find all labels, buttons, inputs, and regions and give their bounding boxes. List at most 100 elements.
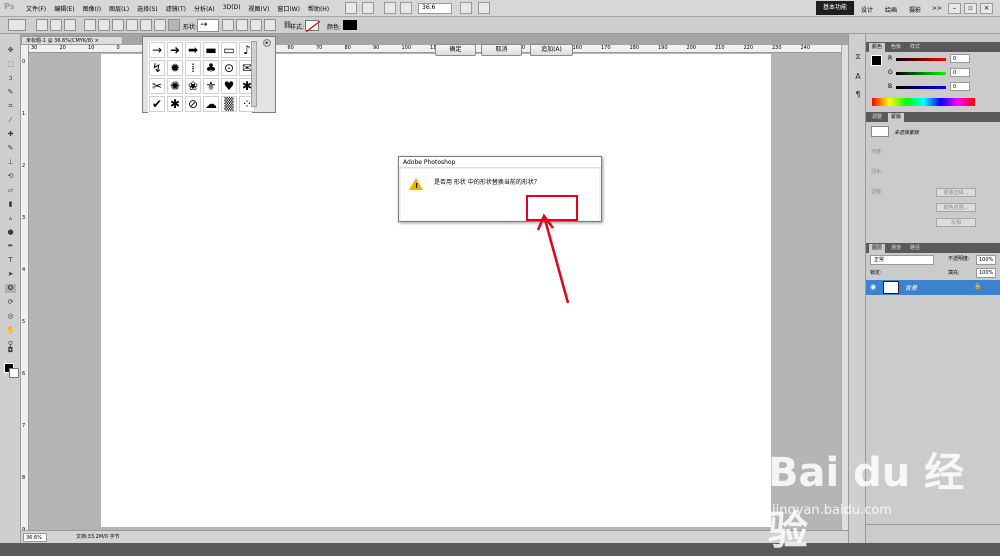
background-color[interactable] <box>9 368 19 378</box>
history-brush-icon[interactable]: ⟲ <box>5 172 16 181</box>
menu-3d[interactable]: 3D(D) <box>223 4 241 13</box>
tab-channels[interactable]: 通道 <box>888 244 904 253</box>
invert-button[interactable]: 反相 <box>936 218 976 227</box>
shape-cell[interactable]: ✂ <box>149 78 165 94</box>
opacity-input[interactable]: 100% <box>976 255 996 265</box>
value-b[interactable]: 0 <box>950 82 970 91</box>
shape-cell[interactable]: ☁ <box>203 96 219 112</box>
workspace-more[interactable]: >> <box>932 5 942 12</box>
shape-cell[interactable]: ✹ <box>167 60 183 76</box>
mini-bridge-icon[interactable] <box>362 2 374 14</box>
document-tab-close[interactable]: × <box>95 38 99 44</box>
visibility-eye-icon[interactable]: ◉ <box>870 283 876 291</box>
shape-picker-menu-button[interactable]: ▸ <box>263 39 271 47</box>
layer-row[interactable]: ◉ 背景 🔒 <box>866 280 1000 295</box>
menu-window[interactable]: 窗口(W) <box>277 4 300 13</box>
screen-mode-icon[interactable] <box>478 2 490 14</box>
shape-cell[interactable]: ✔ <box>149 96 165 112</box>
cancel-button[interactable]: 取消 <box>481 44 522 56</box>
menu-edit[interactable]: 编辑(E) <box>54 4 74 13</box>
shape-cell[interactable]: ▭ <box>221 42 237 58</box>
document-tab[interactable]: 未标题-1 @ 36.6%(CMYK/8) × <box>21 36 123 45</box>
value-r[interactable]: 0 <box>950 54 970 63</box>
paths-icon[interactable] <box>50 19 62 31</box>
menu-layer[interactable]: 图层(L) <box>109 4 129 13</box>
eraser-tool-icon[interactable]: ▱ <box>5 186 16 195</box>
hand-tool-icon[interactable]: ✋ <box>5 326 16 335</box>
3d-rotate-icon[interactable]: ⟳ <box>5 298 16 307</box>
shape-picker-scrollbar[interactable] <box>251 41 257 107</box>
rounded-rect-icon[interactable] <box>126 19 138 31</box>
fill-input[interactable]: 100% <box>976 268 996 278</box>
shape-cell[interactable]: ♥ <box>221 78 237 94</box>
fill-pixels-icon[interactable] <box>64 19 76 31</box>
mask-edge-button[interactable]: 蒙版边缘... <box>936 188 976 197</box>
slider-g[interactable] <box>896 72 946 75</box>
history-icon[interactable]: ⧖ <box>853 52 863 62</box>
tool-preset-picker[interactable] <box>8 19 26 31</box>
ok-button[interactable]: 确定 <box>435 44 476 56</box>
workspace-essentials[interactable]: 基本功能 <box>816 1 854 15</box>
shape-cell[interactable]: ➜ <box>167 42 183 58</box>
zoom-view-icon[interactable] <box>400 2 412 14</box>
lasso-tool-icon[interactable]: ↄ <box>5 74 16 83</box>
shape-cell[interactable]: → <box>149 42 165 58</box>
quick-mask-icon[interactable]: ◘ <box>5 346 16 355</box>
hand-view-icon[interactable] <box>384 2 396 14</box>
slider-r[interactable] <box>896 58 946 61</box>
shape-cell[interactable]: ❀ <box>185 78 201 94</box>
menu-view[interactable]: 视图(V) <box>249 4 270 13</box>
crop-tool-icon[interactable]: ⌗ <box>5 102 16 111</box>
ellipse-icon[interactable] <box>140 19 152 31</box>
tab-color[interactable]: 颜色 <box>869 43 886 52</box>
type-tool-icon[interactable]: T <box>5 256 16 265</box>
shape-cell[interactable]: ↯ <box>149 60 165 76</box>
add-area-icon[interactable] <box>222 19 234 31</box>
shape-cell[interactable]: ➡ <box>185 42 201 58</box>
shape-cell[interactable]: ⁞ <box>185 60 201 76</box>
tab-styles[interactable]: 样式 <box>907 43 923 52</box>
3d-orbit-icon[interactable]: ◎ <box>5 312 16 321</box>
slider-b[interactable] <box>896 86 946 89</box>
menu-filter[interactable]: 滤镜(T) <box>166 4 186 13</box>
append-button[interactable]: 追加(A) <box>530 44 573 56</box>
tab-paths[interactable]: 路径 <box>907 244 923 253</box>
tab-adjustments[interactable]: 调整 <box>869 113 885 122</box>
custom-shape-icon[interactable] <box>168 19 180 31</box>
restore-icon[interactable]: ▫ <box>964 3 977 14</box>
shape-cell[interactable]: ✺ <box>167 78 183 94</box>
blur-tool-icon[interactable]: ▵ <box>5 214 16 223</box>
shape-cell[interactable]: ✱ <box>167 96 183 112</box>
workspace-painting[interactable]: 绘画 <box>885 5 897 14</box>
stamp-tool-icon[interactable]: ⊥ <box>5 158 16 167</box>
shape-cell[interactable]: ♣ <box>203 60 219 76</box>
status-zoom[interactable]: 36.6% <box>23 533 47 542</box>
color-foreground-swatch[interactable] <box>871 55 882 66</box>
rectangle-icon[interactable] <box>112 19 124 31</box>
shape-cell[interactable]: ⊙ <box>221 60 237 76</box>
path-select-icon[interactable]: ➤ <box>5 270 16 279</box>
zoom-dropdown[interactable]: 36.6 <box>418 3 452 14</box>
color-range-button[interactable]: 颜色范围... <box>936 203 976 212</box>
tab-masks[interactable]: 蒙版 <box>888 113 905 122</box>
style-picker[interactable] <box>305 20 321 33</box>
intersect-area-icon[interactable] <box>250 19 262 31</box>
custom-shape-tool-icon[interactable]: ✪ <box>5 284 16 293</box>
workspace-photography[interactable]: 摄影 <box>909 5 921 14</box>
shape-picker-button[interactable]: → <box>197 19 219 32</box>
value-g[interactable]: 0 <box>950 68 970 77</box>
close-icon[interactable]: × <box>980 3 993 14</box>
minimize-icon[interactable]: – <box>948 3 961 14</box>
tab-layers[interactable]: 图层 <box>869 244 886 253</box>
color-spectrum[interactable] <box>872 98 975 106</box>
shape-cell[interactable]: ⚜ <box>203 78 219 94</box>
shape-layers-icon[interactable] <box>36 19 48 31</box>
tab-swatches[interactable]: 色板 <box>888 43 904 52</box>
quick-select-icon[interactable]: ✎ <box>5 88 16 97</box>
character-icon[interactable]: A <box>853 72 863 81</box>
move-tool-icon[interactable]: ✥ <box>5 46 16 55</box>
heal-brush-icon[interactable]: ✚ <box>5 130 16 139</box>
brush-tool-icon[interactable]: ✎ <box>5 144 16 153</box>
pen-tool-icon[interactable] <box>84 19 96 31</box>
subtract-area-icon[interactable] <box>236 19 248 31</box>
